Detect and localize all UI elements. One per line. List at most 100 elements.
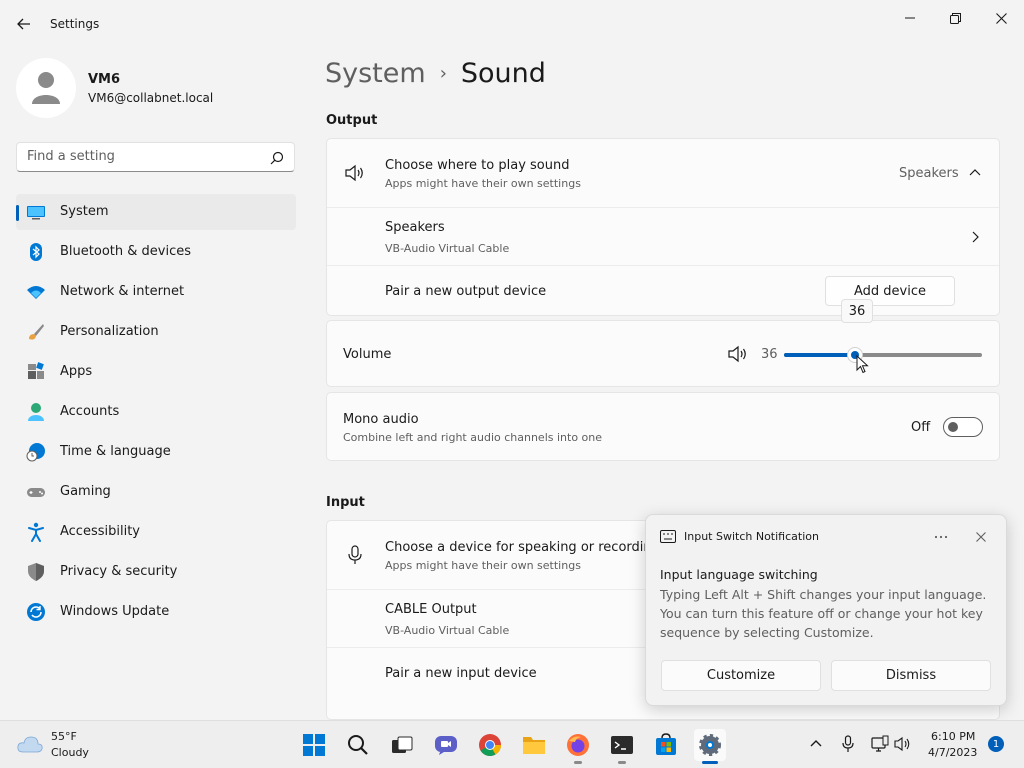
sidebar-item-apps[interactable]: Apps [16,354,296,390]
wifi-icon [27,286,45,299]
sidebar-item-personalization[interactable]: Personalization [16,314,296,350]
volume-icon[interactable] [894,735,912,753]
user-profile[interactable]: VM6 VM6@collabnet.local [16,58,296,118]
notification-app-name: Input Switch Notification [684,530,819,543]
minimize-icon [905,17,915,19]
active-indicator [702,761,718,764]
globe-clock-icon [26,443,45,462]
output-device-speakers-row[interactable]: Speakers VB-Audio Virtual Cable [327,207,999,265]
taskbar: 55°F Cloudy 6:10 PM 4/7/2023 [0,720,1024,768]
search-icon [348,735,368,755]
network-icon[interactable] [871,735,889,753]
task-view-icon [392,736,413,753]
output-device-title: Speakers [385,220,445,235]
customize-button[interactable]: Customize [661,660,821,691]
taskbar-search-button[interactable] [342,729,374,761]
volume-value: 36 [761,347,778,362]
chevron-up-icon[interactable] [807,735,825,753]
sidebar-item-system[interactable]: System [16,194,296,230]
profile-name: VM6 [88,72,121,87]
notification-body: Typing Left Alt + Shift changes your inp… [660,587,987,640]
taskbar-file-explorer[interactable] [518,729,550,761]
start-button[interactable] [298,729,330,761]
input-section-title: Input [326,495,365,510]
running-indicator [574,761,582,764]
sidebar-item-label: Windows Update [60,604,170,619]
microphone-icon[interactable] [839,735,857,753]
shield-icon [28,563,44,581]
sidebar-item-label: Privacy & security [60,564,178,579]
sidebar-item-label: System [60,204,109,219]
restore-icon [949,12,961,24]
choose-input-subtitle: Apps might have their own settings [385,559,581,572]
gamepad-icon [27,488,45,497]
mono-audio-title: Mono audio [343,412,419,427]
sidebar-item-accounts[interactable]: Accounts [16,394,296,430]
brush-icon [29,324,44,340]
sidebar-item-label: Personalization [60,324,159,339]
windows-logo-icon [303,734,325,756]
volume-tooltip: 36 [841,299,873,323]
sidebar-item-windows-update[interactable]: Windows Update [16,594,296,630]
volume-label: Volume [343,347,392,362]
update-icon [27,603,45,621]
terminal-icon [611,736,633,754]
mono-audio-toggle[interactable] [943,417,983,437]
sidebar-item-accessibility[interactable]: Accessibility [16,514,296,550]
search-box[interactable] [16,142,295,172]
taskbar-chrome[interactable] [474,729,506,761]
person-placeholder-icon [32,72,60,104]
sidebar-item-label: Network & internet [60,284,185,299]
notification-close-icon[interactable] [976,532,986,542]
chat-icon [435,736,457,755]
chrome-icon [479,734,501,756]
pair-output-row: Pair a new output device Add device [327,265,999,316]
microphone-icon [348,545,362,564]
selected-output-value: Speakers [899,166,959,181]
sidebar-item-bluetooth[interactable]: Bluetooth & devices [16,234,296,270]
taskbar-teams-chat[interactable] [430,729,462,761]
minimize-button[interactable] [887,6,933,30]
clock-time[interactable]: 6:10 PM [931,730,975,743]
sidebar-item-privacy[interactable]: Privacy & security [16,554,296,590]
sidebar-item-network[interactable]: Network & internet [16,274,296,310]
app-title: Settings [50,17,100,31]
gear-icon [699,734,721,756]
sidebar-item-gaming[interactable]: Gaming [16,474,296,510]
taskbar-store[interactable] [650,729,682,761]
input-device-subtitle: VB-Audio Virtual Cable [385,624,510,637]
choose-output-title: Choose where to play sound [385,158,570,173]
taskbar-firefox[interactable] [562,729,594,764]
taskbar-terminal[interactable] [606,729,638,764]
sidebar-item-time-language[interactable]: Time & language [16,434,296,470]
store-icon [656,733,676,755]
close-button[interactable] [978,6,1024,30]
weather-condition[interactable]: Cloudy [51,746,89,759]
close-icon [995,12,1007,24]
cloud-icon[interactable] [16,733,44,755]
mono-audio-subtitle: Combine left and right audio channels in… [343,431,603,444]
chevron-up-icon[interactable] [968,166,982,180]
restore-button[interactable] [932,6,978,30]
choose-output-row[interactable]: Choose where to play sound Apps might ha… [327,139,999,207]
title-bar: Settings [0,0,1024,48]
notification-count-badge[interactable]: 1 [988,736,1004,752]
notification-heading: Input language switching [660,567,818,582]
dismiss-button[interactable]: Dismiss [831,660,991,691]
breadcrumb-parent[interactable]: System [325,58,426,89]
monitor-icon [27,206,45,220]
taskbar-settings[interactable] [694,729,726,764]
speaker-volume-icon[interactable] [727,343,749,365]
sidebar-item-label: Accessibility [60,524,140,539]
more-options-icon[interactable] [934,535,948,539]
arrow-left-icon [17,18,30,30]
back-button[interactable] [12,12,36,36]
folder-icon [523,737,545,754]
clock-date[interactable]: 4/7/2023 [928,746,977,759]
volume-slider-fill [784,353,851,357]
weather-temperature[interactable]: 55°F [51,730,77,743]
search-input[interactable] [27,149,267,164]
speaker-icon [345,164,363,182]
running-indicator [618,761,626,764]
task-view-button[interactable] [386,729,418,761]
